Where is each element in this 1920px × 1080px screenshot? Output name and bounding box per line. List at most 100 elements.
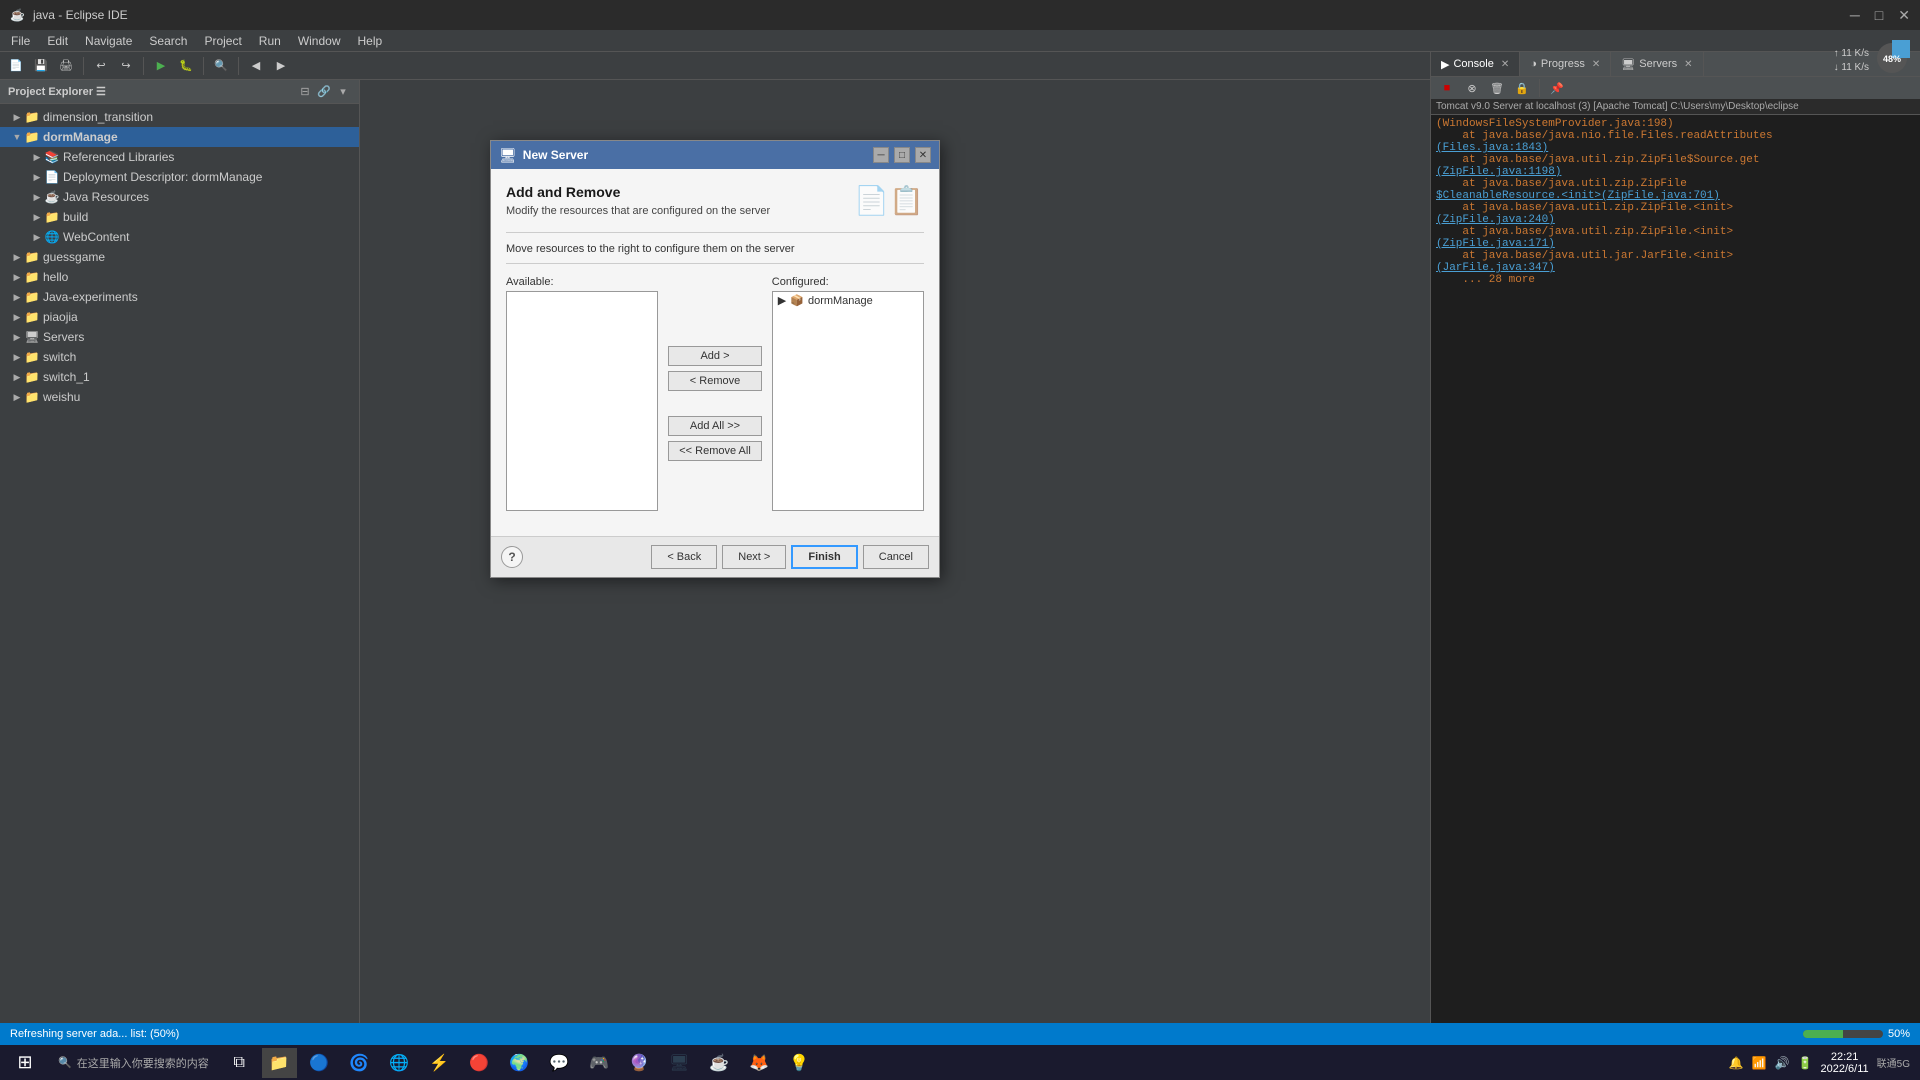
- console-line-7[interactable]: $CleanableResource.<init>(ZipFile.java:7…: [1436, 190, 1915, 202]
- taskbar-app-2[interactable]: 🔵: [302, 1048, 337, 1078]
- menu-edit[interactable]: Edit: [41, 32, 74, 50]
- toolbar-undo[interactable]: ↩: [90, 55, 112, 77]
- toolbar-redo[interactable]: ↪: [115, 55, 137, 77]
- taskbar-app-10[interactable]: 🔮: [622, 1048, 657, 1078]
- dialog-title-text: New Server: [523, 148, 867, 162]
- console-line-3[interactable]: (Files.java:1843): [1436, 142, 1915, 154]
- next-button[interactable]: Next >: [722, 545, 786, 569]
- close-button[interactable]: ✕: [1898, 7, 1910, 24]
- tree-item-guessgame[interactable]: ▶ 📁 guessgame: [0, 247, 359, 267]
- console-line-4: at java.base/java.util.zip.ZipFile$Sourc…: [1436, 154, 1915, 166]
- tab-progress[interactable]: ◑ Progress ✕: [1520, 52, 1611, 76]
- available-listbox[interactable]: [506, 291, 658, 511]
- servers-tab-close[interactable]: ✕: [1684, 59, 1692, 70]
- menu-navigate[interactable]: Navigate: [79, 32, 138, 50]
- finish-button[interactable]: Finish: [791, 545, 857, 569]
- remove-button[interactable]: < Remove: [668, 371, 762, 391]
- toolbar-forward[interactable]: ▶: [270, 55, 292, 77]
- progress-tab-close[interactable]: ✕: [1592, 59, 1600, 70]
- tree-item-java-resources[interactable]: ▶ ☕ Java Resources: [0, 187, 359, 207]
- menu-help[interactable]: Help: [352, 32, 389, 50]
- menu-run[interactable]: Run: [253, 32, 287, 50]
- console-line-8: at java.base/java.util.zip.ZipFile.<init…: [1436, 202, 1915, 214]
- cancel-button[interactable]: Cancel: [863, 545, 929, 569]
- dialog-body: Add and Remove Modify the resources that…: [491, 169, 939, 536]
- maximize-button[interactable]: □: [1875, 7, 1883, 24]
- minimize-button[interactable]: ─: [1850, 7, 1860, 24]
- taskbar-app-11[interactable]: 🖥: [662, 1048, 697, 1078]
- tree-item-weishu[interactable]: ▶ 📁 weishu: [0, 387, 359, 407]
- tree-item-dormmanage[interactable]: ▼ 📁 dormManage: [0, 127, 359, 147]
- app11-icon: 🖥: [669, 1053, 689, 1073]
- taskbar-edge[interactable]: 🌀: [342, 1048, 377, 1078]
- taskbar-app-6[interactable]: 🔴: [462, 1048, 497, 1078]
- dialog-minimize-btn[interactable]: ─: [873, 147, 889, 163]
- tree-item-java-experiments[interactable]: ▶ 📁 Java-experiments: [0, 287, 359, 307]
- console-stop-btn[interactable]: ■: [1436, 77, 1458, 99]
- eclipse-icon: ☕: [709, 1053, 729, 1073]
- dialog-maximize-btn[interactable]: □: [894, 147, 910, 163]
- dialog-close-btn[interactable]: ✕: [915, 147, 931, 163]
- tab-console[interactable]: ▶ Console ✕: [1431, 52, 1520, 76]
- configured-listbox[interactable]: ▶ 📦 dormManage: [772, 291, 924, 511]
- status-bar: Refreshing server ada... list: (50%) 50%: [0, 1023, 1920, 1045]
- toolbar-back[interactable]: ◀: [245, 55, 267, 77]
- taskbar-app-9[interactable]: 🎮: [582, 1048, 617, 1078]
- toolbar-print[interactable]: 🖨: [55, 55, 77, 77]
- collapse-all-icon[interactable]: ⊟: [297, 84, 313, 100]
- toolbar-debug[interactable]: 🐛: [175, 55, 197, 77]
- panel-menu-icon[interactable]: ▾: [335, 84, 351, 100]
- tree-item-servers[interactable]: ▶ 🖥 Servers: [0, 327, 359, 347]
- tree-item-piaojia[interactable]: ▶ 📁 piaojia: [0, 307, 359, 327]
- taskbar-app-5[interactable]: ⚡: [422, 1048, 457, 1078]
- configured-item-dormmanage[interactable]: ▶ 📦 dormManage: [773, 292, 923, 309]
- taskbar-app-7[interactable]: 🌍: [502, 1048, 537, 1078]
- menu-window[interactable]: Window: [292, 32, 347, 50]
- toolbar-run[interactable]: ▶: [150, 55, 172, 77]
- tab-servers[interactable]: 🖥 Servers ✕: [1611, 52, 1703, 76]
- toolbar-search[interactable]: 🔍: [210, 55, 232, 77]
- tree-item-dimension-transition[interactable]: ▶ 📁 dimension_transition: [0, 107, 359, 127]
- taskbar-task-view[interactable]: ⧉: [222, 1048, 257, 1078]
- menu-file[interactable]: File: [5, 32, 36, 50]
- taskbar-wechat[interactable]: 💬: [542, 1048, 577, 1078]
- taskbar-app-14[interactable]: 💡: [782, 1048, 817, 1078]
- tree-item-ref-libs[interactable]: ▶ 📚 Referenced Libraries: [0, 147, 359, 167]
- console-line-9[interactable]: (ZipFile.java:240): [1436, 214, 1915, 226]
- tree-item-switch[interactable]: ▶ 📁 switch: [0, 347, 359, 367]
- taskbar-file-explorer[interactable]: 📁: [262, 1048, 297, 1078]
- dialog-instruction-row: Move resources to the right to configure…: [506, 232, 924, 264]
- search-icon: 🔍: [58, 1056, 72, 1069]
- taskbar-eclipse[interactable]: ☕: [702, 1048, 737, 1078]
- start-button[interactable]: ⊞: [0, 1045, 50, 1080]
- menu-project[interactable]: Project: [198, 32, 247, 50]
- console-line-13[interactable]: (JarFile.java:347): [1436, 262, 1915, 274]
- console-disconnect-btn[interactable]: ⊗: [1461, 77, 1483, 99]
- tree-arrow-piaojia: ▶: [10, 312, 24, 323]
- add-all-button[interactable]: Add All >>: [668, 416, 762, 436]
- help-button[interactable]: ?: [501, 546, 523, 568]
- tree-item-webcontent[interactable]: ▶ 🌐 WebContent: [0, 227, 359, 247]
- search-bar[interactable]: 🔍 在这里输入你要搜索的内容: [50, 1055, 217, 1071]
- tree-item-build[interactable]: ▶ 📁 build: [0, 207, 359, 227]
- console-line-11[interactable]: (ZipFile.java:171): [1436, 238, 1915, 250]
- taskbar-chrome[interactable]: 🌐: [382, 1048, 417, 1078]
- toolbar-save[interactable]: 💾: [30, 55, 52, 77]
- back-button[interactable]: < Back: [651, 545, 717, 569]
- tree-item-deployment[interactable]: ▶ 📄 Deployment Descriptor: dormManage: [0, 167, 359, 187]
- tree-item-hello[interactable]: ▶ 📁 hello: [0, 267, 359, 287]
- console-line-5[interactable]: (ZipFile.java:1198): [1436, 166, 1915, 178]
- tree-item-switch1[interactable]: ▶ 📁 switch_1: [0, 367, 359, 387]
- remove-all-button[interactable]: << Remove All: [668, 441, 762, 461]
- console-scroll-lock-btn[interactable]: 🔒: [1511, 77, 1533, 99]
- add-button[interactable]: Add >: [668, 346, 762, 366]
- console-tab-close[interactable]: ✕: [1501, 59, 1509, 70]
- console-clear-btn[interactable]: 🗑: [1486, 77, 1508, 99]
- menu-search[interactable]: Search: [143, 32, 193, 50]
- taskbar-app-13[interactable]: 🦊: [742, 1048, 777, 1078]
- console-tab-label: Console: [1453, 58, 1493, 70]
- new-server-dialog: 🖥 New Server ─ □ ✕ Add and Remove Modify…: [490, 140, 940, 578]
- link-with-editor-icon[interactable]: 🔗: [316, 84, 332, 100]
- console-pin-btn[interactable]: 📌: [1546, 77, 1568, 99]
- toolbar-new[interactable]: 📄: [5, 55, 27, 77]
